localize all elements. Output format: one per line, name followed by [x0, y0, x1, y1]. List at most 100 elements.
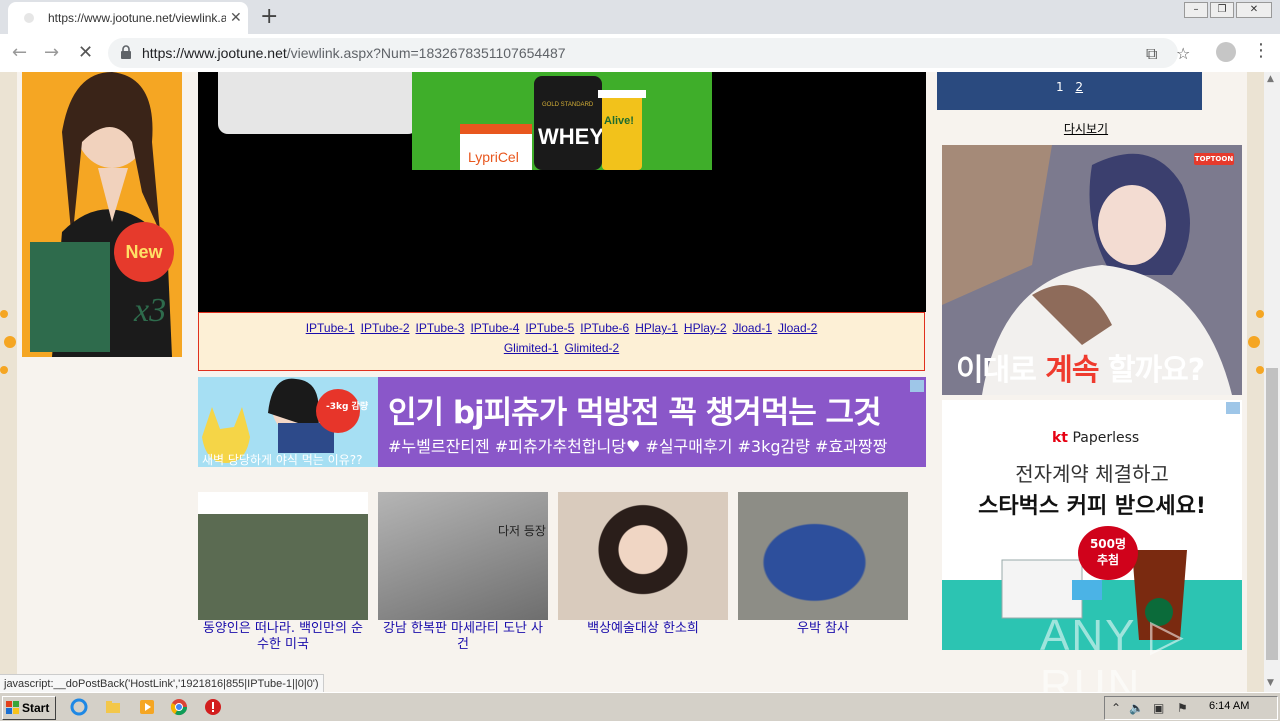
thumb-image [198, 492, 368, 620]
host-link[interactable]: IPTube-1 [306, 321, 355, 335]
page-viewport: New x3 LypriCel GOLD STANDARD WHEY Alive… [0, 72, 1264, 692]
close-window-button[interactable]: ✕ [1236, 2, 1272, 18]
maximize-button[interactable]: ❐ [1210, 2, 1234, 18]
thumb-image [558, 492, 728, 620]
page-favicon-icon [24, 13, 34, 23]
host-links-row-2: Glimited-1 Glimited-2 [199, 341, 924, 355]
system-tray: ⌃ 🔈 ▣ ⚑ 6:14 AM [1104, 696, 1278, 720]
tab-strip: https://www.jootune.net/viewlink.a ✕ + –… [0, 0, 1280, 34]
chrome-icon[interactable] [170, 698, 188, 716]
host-link[interactable]: Jload-2 [778, 321, 817, 335]
decorative-dots-right [1248, 310, 1264, 374]
scroll-down-icon[interactable]: ▼ [1267, 678, 1274, 688]
kt-logo: kt Paperless [1052, 430, 1140, 446]
supplement-ad[interactable]: LypriCel GOLD STANDARD WHEY Alive! [412, 72, 712, 170]
thumb-caption: 백상예술대상 한소희 [587, 621, 699, 636]
decorative-dots [0, 310, 16, 374]
svg-text:Alive!: Alive! [604, 115, 634, 127]
page-scrollbar[interactable]: ▲ ▼ [1264, 72, 1280, 692]
back-icon[interactable]: ← [12, 42, 27, 63]
new-tab-icon[interactable]: + [260, 4, 278, 29]
anyrun-watermark: ANY ▷ RUN [1040, 611, 1186, 692]
popup-blocked-icon[interactable]: ⧉ [1146, 44, 1157, 64]
svg-text:-3kg 감량: -3kg 감량 [326, 400, 369, 412]
banner-hashtags: #누벨르잔티젠 #피츄가추천합니당♥ #실구매후기 #3kg감량 #효과짱짱 [388, 437, 888, 456]
svg-text:GOLD STANDARD: GOLD STANDARD [542, 102, 594, 108]
start-button[interactable]: Start [2, 696, 56, 720]
internet-explorer-icon[interactable] [70, 698, 88, 716]
kt-prize-badge: 500명 추첨 [1078, 526, 1138, 580]
toptoon-badge: TOPTOON [1194, 153, 1234, 165]
bookmark-star-icon[interactable]: ☆ [1176, 44, 1190, 63]
browser-toolbar: ← → ✕ https://www.jootune.net/viewlink.a… [0, 34, 1280, 73]
action-center-flag-icon[interactable]: ⚑ [1177, 701, 1188, 715]
host-link[interactable]: IPTube-4 [470, 321, 519, 335]
webtoon-ad[interactable]: TOPTOON 이대로 계속 할까요? [942, 145, 1242, 395]
scroll-thumb[interactable] [1266, 368, 1278, 660]
svg-text:WHEY: WHEY [538, 124, 604, 149]
related-videos: 동양인은 떠나라. 백인만의 순수한 미국 다저 등장 강남 한복판 마세라티 … [198, 492, 918, 662]
url-text: https://www.jootune.net/viewlink.aspx?Nu… [142, 45, 566, 61]
menu-icon[interactable]: ⋮ [1252, 40, 1270, 61]
thumb-caption: 우박 참사 [797, 621, 849, 636]
pager: 1 2 [937, 80, 1202, 94]
host-link[interactable]: Glimited-1 [504, 341, 559, 355]
kt-headline-1: 전자계약 체결하고 [1015, 462, 1169, 486]
forward-icon[interactable]: → [44, 42, 59, 63]
banner-subtext: 새벽 당당하게 야식 먹는 이유?? [202, 453, 363, 467]
video-thumb[interactable]: 다저 등장 강남 한복판 마세라티 도난 사건 [378, 492, 548, 653]
tab-title: https://www.jootune.net/viewlink.a [48, 11, 226, 25]
host-links-box: IPTube-1 IPTube-2 IPTube-3 IPTube-4 IPTube-5… [198, 312, 925, 371]
host-links-row: IPTube-1 IPTube-2 IPTube-3 IPTube-4 IPTube-5… [199, 321, 924, 335]
page-2-link[interactable]: 2 [1075, 80, 1083, 94]
tray-expand-icon[interactable]: ⌃ [1111, 701, 1121, 715]
profile-avatar[interactable] [1216, 42, 1236, 62]
reload-link[interactable]: 다시보기 [937, 120, 1235, 137]
thumb-caption: 동양인은 떠나라. 백인만의 순수한 미국 [202, 621, 364, 652]
video-thumb[interactable]: 백상예술대상 한소희 [558, 492, 728, 637]
video-placeholder-card [218, 72, 418, 134]
left-side-ad[interactable]: New x3 [22, 72, 182, 357]
video-thumb[interactable]: 동양인은 떠나라. 백인만의 순수한 미국 [198, 492, 368, 653]
supplement-products-image: LypriCel GOLD STANDARD WHEY Alive! [460, 76, 646, 170]
webtoon-headline: 이대로 계속 할까요? [956, 353, 1205, 388]
stop-icon[interactable]: ✕ [78, 42, 93, 63]
product-box [30, 242, 110, 352]
ad-choices-icon[interactable] [910, 380, 924, 392]
host-link[interactable]: Jload-1 [733, 321, 772, 335]
video-thumb[interactable]: 우박 참사 [738, 492, 908, 637]
banner-title: 인기 bj피츄가 먹방전 꼭 챙겨먹는 그것 [388, 395, 882, 431]
tab-close-icon[interactable]: ✕ [230, 10, 242, 26]
ad-choices-icon[interactable] [1226, 402, 1240, 414]
anyrun-stop-icon[interactable] [204, 698, 222, 716]
browser-tab[interactable]: https://www.jootune.net/viewlink.a ✕ [8, 2, 248, 34]
media-player-icon[interactable] [138, 698, 156, 716]
host-link[interactable]: Glimited-2 [565, 341, 620, 355]
kt-headline-2: 스타벅스 커피 받으세요! [978, 494, 1206, 519]
clock: 6:14 AM [1209, 700, 1250, 712]
host-link[interactable]: HPlay-1 [635, 321, 678, 335]
host-link[interactable]: IPTube-6 [580, 321, 629, 335]
windows-flag-icon [6, 701, 19, 714]
thumb-caption: 강남 한복판 마세라티 도난 사건 [382, 621, 544, 652]
svg-text:LypriCel: LypriCel [468, 149, 519, 165]
scroll-up-icon[interactable]: ▲ [1267, 74, 1274, 84]
product-mark: x3 [134, 292, 167, 329]
new-badge: New [114, 222, 174, 282]
lock-icon [121, 45, 131, 59]
taskbar: Start ⌃ 🔈 ▣ ⚑ 6:14 AM [0, 692, 1280, 721]
host-link[interactable]: HPlay-2 [684, 321, 727, 335]
status-bar: javascript:__doPostBack('HostLink','1921… [0, 674, 324, 694]
address-bar[interactable]: https://www.jootune.net/viewlink.aspx?Nu… [108, 38, 1190, 68]
host-link[interactable]: IPTube-5 [525, 321, 574, 335]
volume-icon[interactable]: 🔈 [1129, 701, 1144, 715]
folder-icon[interactable] [104, 698, 122, 716]
thumb-image: 다저 등장 [378, 492, 548, 620]
network-icon[interactable]: ▣ [1153, 701, 1164, 715]
diet-banner-ad[interactable]: -3kg 감량 인기 bj피츄가 먹방전 꼭 챙겨먹는 그것 #누벨르잔티젠 #… [198, 377, 926, 467]
page-1[interactable]: 1 [1056, 80, 1064, 94]
video-player[interactable]: LypriCel GOLD STANDARD WHEY Alive! [198, 72, 926, 312]
host-link[interactable]: IPTube-3 [416, 321, 465, 335]
minimize-button[interactable]: – [1184, 2, 1208, 18]
host-link[interactable]: IPTube-2 [361, 321, 410, 335]
